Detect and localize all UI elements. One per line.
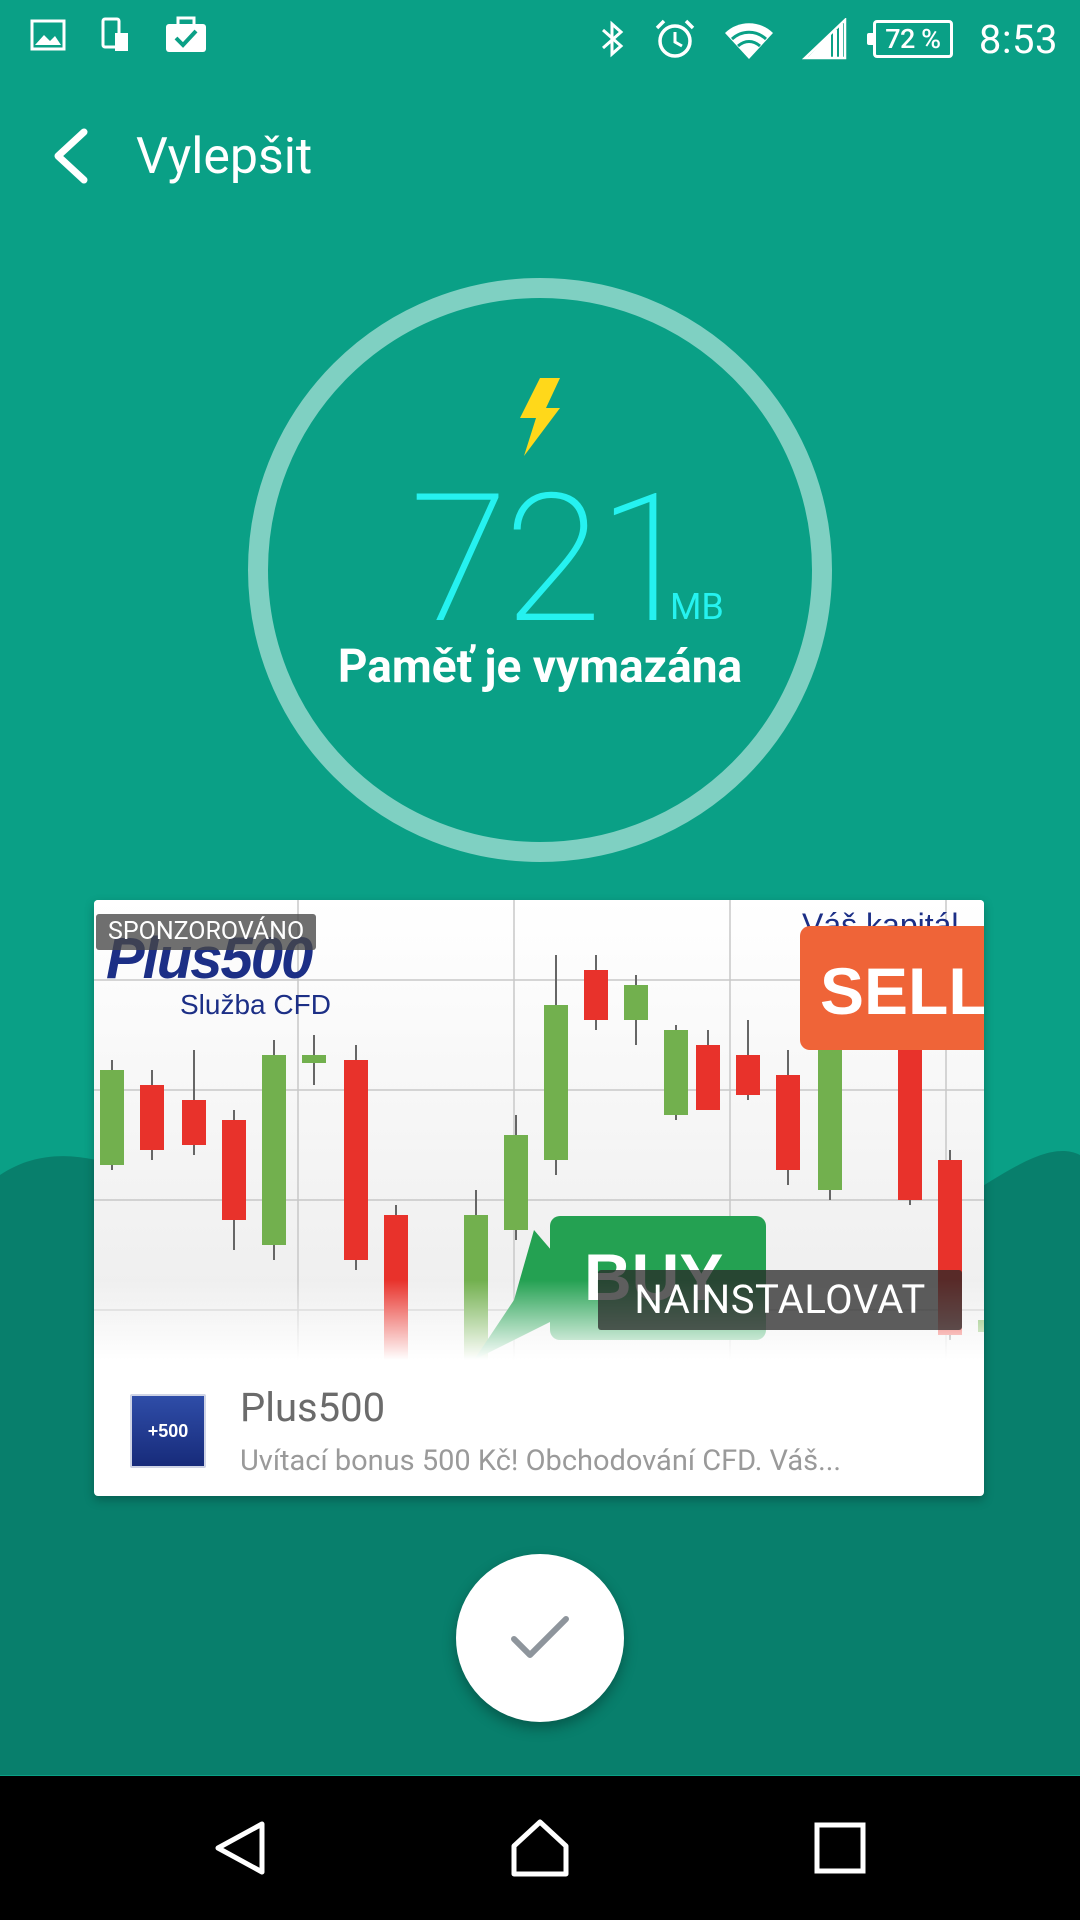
app-icon: +500: [130, 1394, 206, 1468]
chevron-left-icon: [54, 128, 88, 184]
ad-banner-image[interactable]: Plus500 Služba CFD Váš kapitál SELL BUY …: [94, 900, 984, 1360]
nav-recents-button[interactable]: [800, 1808, 880, 1888]
recents-square-icon: [814, 1822, 866, 1874]
briefcase-check-icon: [164, 16, 208, 54]
ad-description: Uvítací bonus 500 Kč! Obchodování CFD. V…: [240, 1444, 842, 1478]
phone-sd-icon: [100, 17, 130, 53]
home-icon: [511, 1819, 569, 1877]
signal-icon: [801, 18, 847, 60]
screen: 72 % 8:53 Vylepšit 721 MB Paměť je vymaz…: [0, 0, 1080, 1920]
battery-indicator: 72 %: [866, 20, 953, 58]
sponsored-badge: SPONZOROVÁNO: [96, 914, 317, 950]
alarm-icon: [653, 18, 697, 60]
checkmark-icon: [511, 1616, 569, 1658]
status-bar: 72 % 8:53: [0, 0, 1080, 78]
install-button[interactable]: NAINSTALOVAT: [598, 1270, 962, 1330]
navigation-bar: [0, 1776, 1080, 1920]
memory-status-label: Paměť je vymazána: [337, 640, 743, 694]
ad-info[interactable]: +500 Plus500 Uvítací bonus 500 Kč! Obcho…: [94, 1360, 984, 1496]
ad-app-name: Plus500: [240, 1384, 386, 1431]
gallery-icon: [30, 19, 66, 51]
back-button[interactable]: [30, 116, 110, 196]
clock: 8:53: [978, 15, 1058, 63]
memory-unit: MB: [670, 586, 724, 628]
memory-freed-value: 721: [410, 456, 696, 664]
back-triangle-icon: [215, 1821, 265, 1875]
lightning-bolt-icon: [520, 378, 560, 456]
svg-text:Služba CFD: Služba CFD: [180, 989, 331, 1020]
done-button[interactable]: [456, 1554, 624, 1722]
sponsored-ad-card[interactable]: Plus500 Služba CFD Váš kapitál SELL BUY …: [94, 900, 984, 1496]
bluetooth-icon: [599, 18, 627, 60]
nav-home-button[interactable]: [500, 1808, 580, 1888]
wifi-icon: [723, 17, 775, 61]
nav-back-button[interactable]: [200, 1808, 280, 1888]
app-bar: Vylepšit: [0, 100, 1080, 220]
page-title: Vylepšit: [136, 128, 313, 186]
svg-text:SELL: SELL: [820, 954, 984, 1028]
